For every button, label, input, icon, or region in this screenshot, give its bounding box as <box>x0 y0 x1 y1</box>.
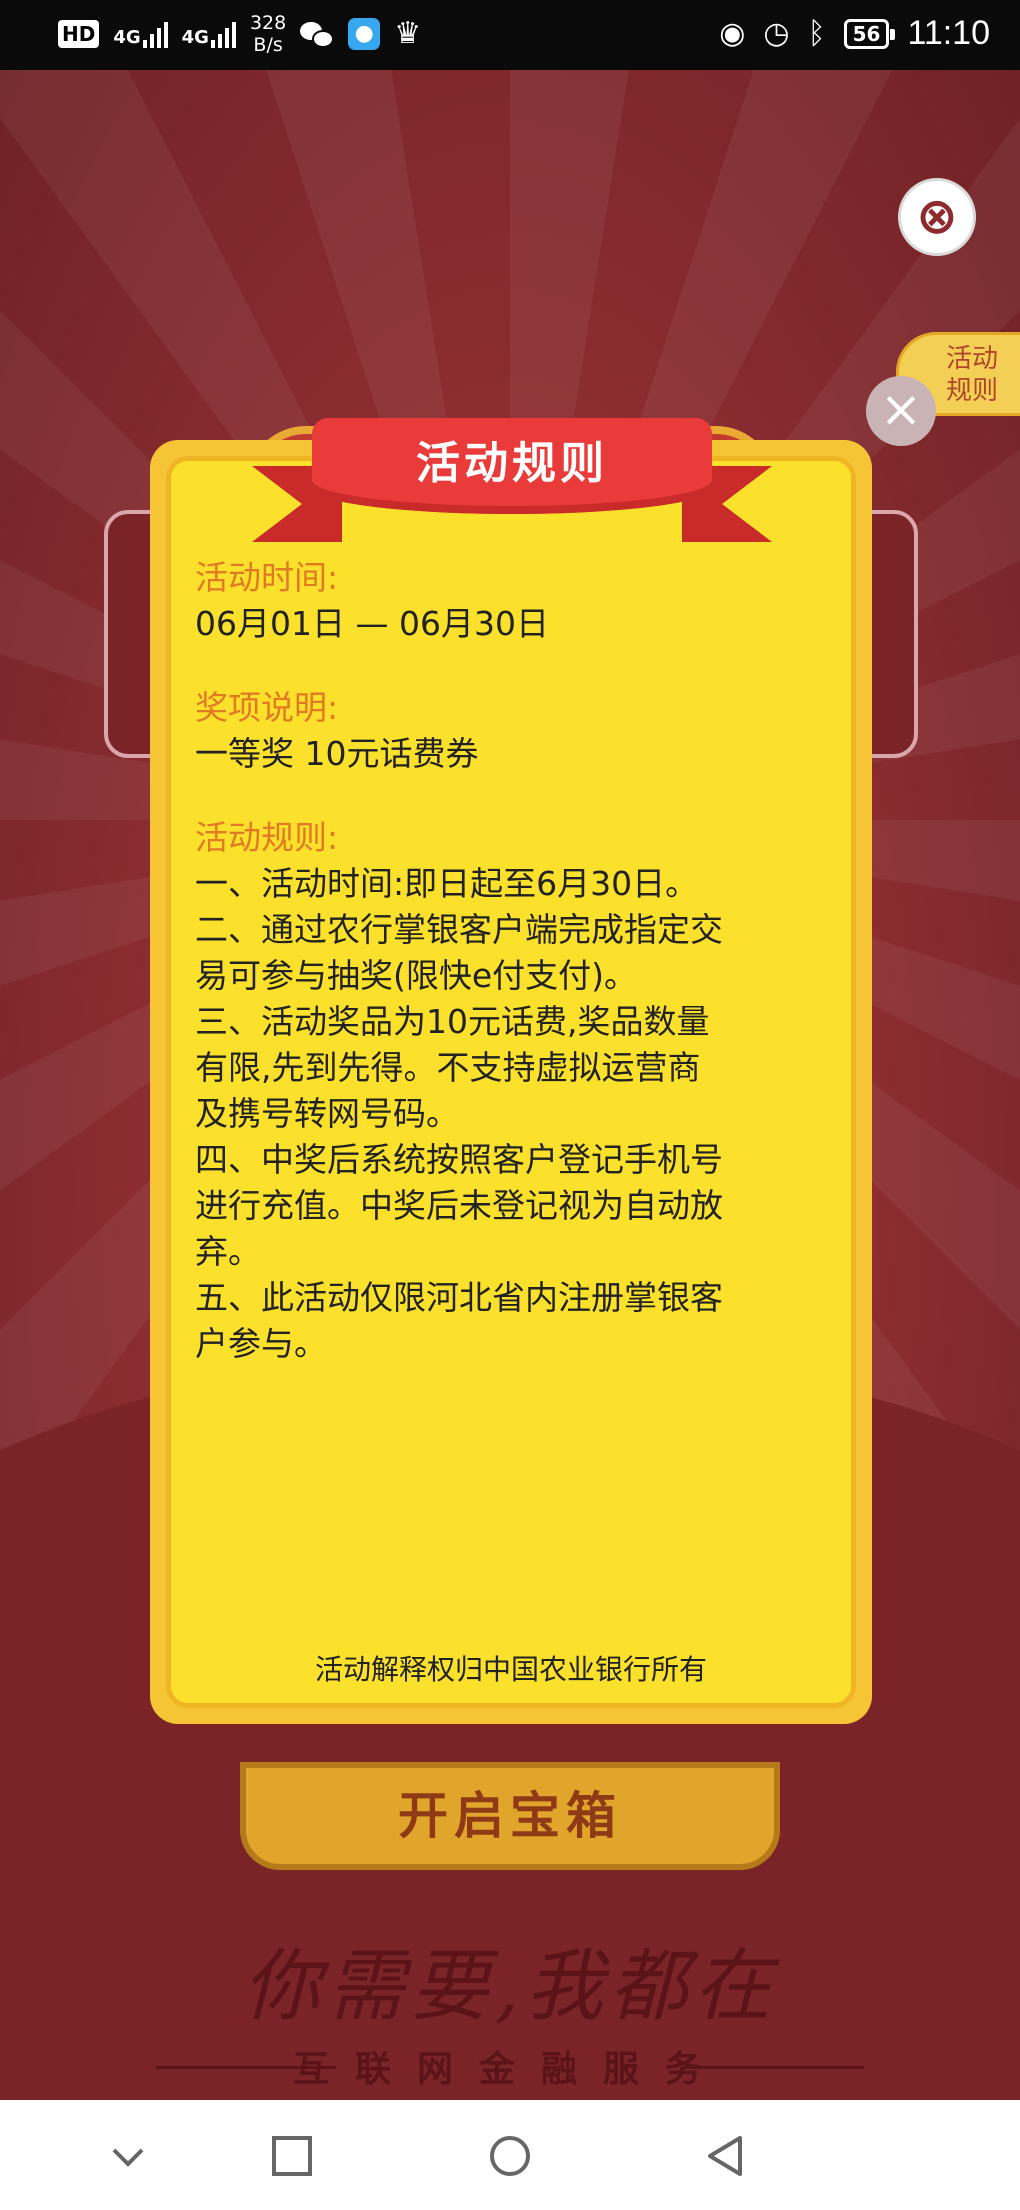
section-label: 活动时间: <box>195 558 339 597</box>
signal-bars-icon <box>210 20 236 48</box>
rules-tab-line-2: 规则 <box>945 376 998 406</box>
network-type-1: 4G <box>113 27 141 48</box>
square-icon[interactable] <box>270 2134 314 2178</box>
chevron-down-icon[interactable] <box>106 2134 150 2178</box>
status-left: HD 4G 4G 328 B/s ● ♛ <box>58 12 421 56</box>
sub-slogan: 互联网金融服务 <box>292 2049 727 2090</box>
modal-close-button[interactable]: × <box>866 376 936 446</box>
open-chest-button[interactable]: 开启宝箱 <box>240 1762 780 1870</box>
rule-line: 二、通过农行掌银客户端完成指定交 <box>195 910 723 949</box>
section-line: 06月01日 — 06月30日 <box>195 604 549 643</box>
divider-right <box>684 2066 864 2069</box>
speed-value: 328 <box>249 12 287 34</box>
title-ribbon: 活动规则 <box>252 418 772 542</box>
rule-line: 四、中奖后系统按照客户登记手机号 <box>195 1140 723 1179</box>
triangle-back-icon[interactable] <box>704 2134 748 2178</box>
slogan: 你需要,我都在 <box>242 1942 778 2032</box>
modal-footer-note: 活动解释权归中国农业银行所有 <box>314 1653 707 1686</box>
cell-signal-1: 4G <box>113 20 168 48</box>
hd-badge: HD <box>58 20 100 48</box>
signal-bars-icon <box>142 20 168 48</box>
rules-tab-line-1: 活动 <box>945 344 998 374</box>
speed-unit: B/s <box>253 34 283 56</box>
close-circle-icon[interactable]: ⊗ <box>898 178 976 256</box>
rule-line: 弃。 <box>195 1232 261 1271</box>
navigation-bar <box>0 2100 1020 2210</box>
modal-title: 活动规则 <box>312 418 712 514</box>
crown-icon: ♛ <box>394 16 422 51</box>
section-rules: 活动规则: 一、活动时间:即日起至6月30日。 二、通过农行掌银客户端完成指定交… <box>195 815 835 1367</box>
network-type-2: 4G <box>181 27 209 48</box>
eye-icon: ◉ <box>719 15 746 51</box>
alarm-icon: ◷ <box>763 15 790 51</box>
rule-line: 及携号转网号码。 <box>195 1094 459 1133</box>
section-label: 奖项说明: <box>195 688 339 727</box>
battery-indicator: 56 <box>843 18 896 49</box>
status-right: ◉ ◷ ᛒ 56 11:10 <box>719 14 990 53</box>
bluetooth-icon: ᛒ <box>807 15 826 51</box>
section-prize: 奖项说明: 一等奖 10元话费券 <box>195 685 835 777</box>
section-time: 活动时间: 06月01日 — 06月30日 <box>195 555 835 647</box>
wechat-icon <box>300 20 335 48</box>
circle-icon[interactable] <box>488 2134 532 2178</box>
status-bar: HD 4G 4G 328 B/s ● ♛ ◉ ◷ ᛒ 56 11:10 <box>0 0 1020 70</box>
section-label: 活动规则: <box>195 818 339 857</box>
rules-content: 活动时间: 06月01日 — 06月30日 奖项说明: 一等奖 10元话费券 活… <box>195 555 835 1405</box>
rule-line: 五、此活动仅限河北省内注册掌银客 <box>195 1278 723 1317</box>
rule-line: 户参与。 <box>195 1324 327 1363</box>
rule-line: 有限,先到先得。不支持虚拟运营商 <box>195 1048 701 1087</box>
rule-line: 三、活动奖品为10元话费,奖品数量 <box>195 1002 710 1041</box>
network-speed: 328 B/s <box>250 12 286 56</box>
cell-signal-2: 4G <box>182 20 236 48</box>
section-line: 一等奖 10元话费券 <box>195 734 479 773</box>
rule-line: 一、活动时间:即日起至6月30日。 <box>195 864 699 903</box>
rule-line: 进行充值。中奖后未登记视为自动放 <box>195 1186 723 1225</box>
bulb-app-icon: ● <box>348 18 381 50</box>
clock: 11:10 <box>907 14 990 52</box>
rule-line: 易可参与抽奖(限快e付支付)。 <box>195 956 638 995</box>
